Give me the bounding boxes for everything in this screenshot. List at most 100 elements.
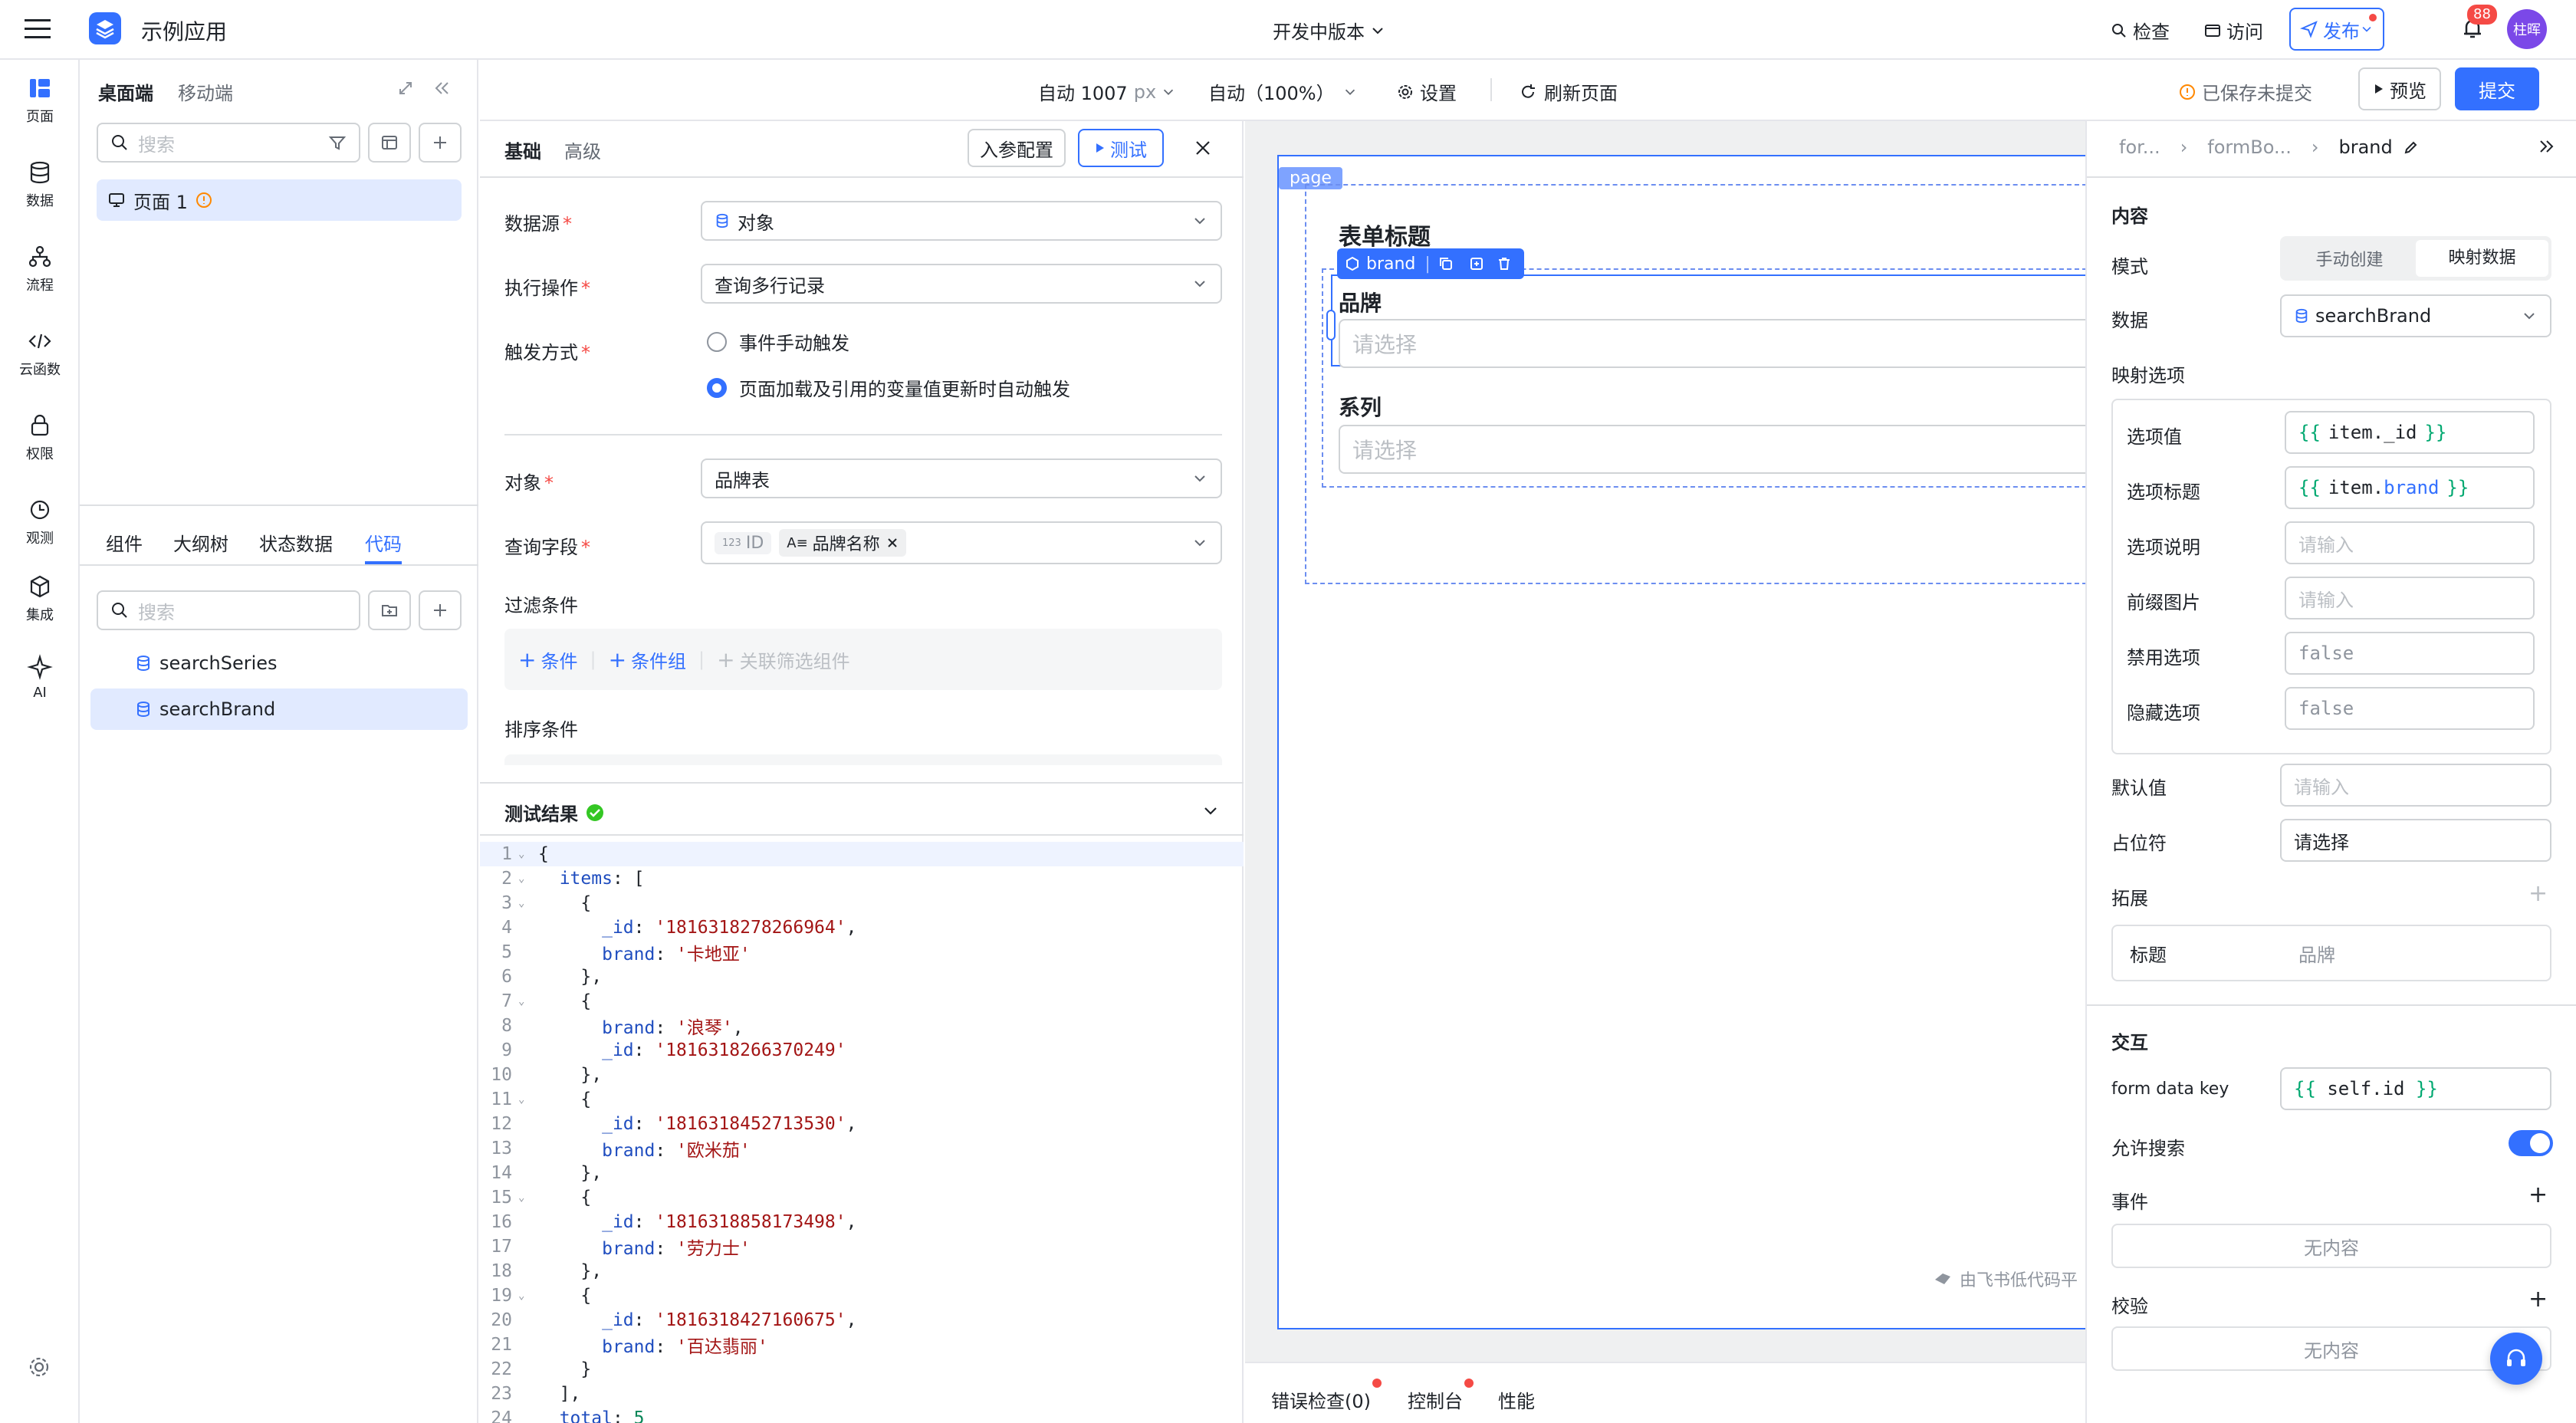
rail-item-observe[interactable]: 观测 <box>0 497 80 547</box>
help-button[interactable] <box>2490 1333 2542 1385</box>
tab-basic[interactable]: 基础 <box>504 136 541 163</box>
filter-icon[interactable] <box>328 133 347 152</box>
code-item-searchseries[interactable]: searchSeries <box>135 647 278 679</box>
mapping-row-input[interactable]: {{item._id}} <box>2285 411 2535 454</box>
data-select[interactable]: searchBrand <box>2280 294 2551 337</box>
mapping-row-input[interactable]: false <box>2285 687 2535 730</box>
collapse-result-icon[interactable] <box>1201 800 1221 820</box>
edit-icon[interactable] <box>2404 140 2419 155</box>
tab-mobile[interactable]: 移动端 <box>178 78 233 105</box>
code-line: 11 ⌄ { <box>480 1087 1244 1112</box>
tab-code[interactable]: 代码 <box>365 529 402 556</box>
tab-desktop[interactable]: 桌面端 <box>98 78 153 105</box>
fold-chevron-icon[interactable]: ⌄ <box>518 873 534 885</box>
form-title[interactable]: 表单标题 <box>1339 218 1431 251</box>
drag-handle[interactable] <box>1326 310 1336 340</box>
form-key-input[interactable]: {{ self.id }} <box>2280 1067 2551 1110</box>
breadcrumb-item[interactable]: formBo... <box>2207 136 2292 158</box>
width-selector[interactable]: 自动 1007 px <box>1038 78 1176 105</box>
tab-advanced[interactable]: 高级 <box>564 136 601 163</box>
add-condition-group-button[interactable]: + 条件组 <box>609 646 686 673</box>
line-number: 12 <box>491 1114 512 1134</box>
tab-outline[interactable]: 大纲树 <box>173 529 228 556</box>
fold-chevron-icon[interactable]: ⌄ <box>518 995 534 1007</box>
datasource-select[interactable]: 对象 <box>701 201 1222 241</box>
new-folder-button[interactable] <box>368 590 411 630</box>
rail-item-data[interactable]: 数据 <box>0 159 80 210</box>
trigger-radio-auto[interactable]: 页面加载及引用的变量值更新时自动触发 <box>707 374 1070 401</box>
fold-chevron-icon[interactable]: ⌄ <box>518 1093 534 1106</box>
extend-title-label: 标题 <box>2130 944 2167 966</box>
tab-components[interactable]: 组件 <box>106 529 143 556</box>
linked-filter-button[interactable]: + 关联筛选组件 <box>717 646 849 673</box>
rail-item-ai[interactable]: AI <box>0 654 80 701</box>
add-condition-button[interactable]: + 条件 <box>518 646 577 673</box>
collapse-panel-icon[interactable] <box>2538 138 2556 155</box>
delete-icon[interactable] <box>1497 256 1512 271</box>
close-icon[interactable] <box>1193 138 1213 158</box>
rail-item-page[interactable]: 页面 <box>0 75 80 126</box>
headset-icon <box>2507 1349 2525 1366</box>
operation-select[interactable]: 查询多行记录 <box>701 264 1222 304</box>
fold-chevron-icon[interactable]: ⌄ <box>518 1290 534 1302</box>
rail-item-integration[interactable]: 集成 <box>0 573 80 624</box>
trigger-radio-manual[interactable]: 事件手动触发 <box>707 328 849 355</box>
placeholder-input[interactable]: 请选择 <box>2280 819 2551 862</box>
page-template-button[interactable] <box>368 123 411 163</box>
tab-console[interactable]: 控制台 <box>1408 1386 1463 1413</box>
params-config-button[interactable]: 入参配置 <box>968 129 1066 167</box>
gear-icon[interactable] <box>26 1354 52 1380</box>
fold-chevron-icon[interactable]: ⌄ <box>518 848 534 860</box>
collapse-panel-icon[interactable] <box>432 80 451 97</box>
preview-button[interactable]: 预览 <box>2358 67 2441 110</box>
brand-select[interactable]: 请选择 <box>1339 319 2087 368</box>
add-extend-icon[interactable]: + <box>2528 882 2548 905</box>
allow-search-toggle[interactable] <box>2509 1130 2553 1156</box>
zoom-selector[interactable]: 自动（100%） <box>1208 78 1358 105</box>
visit-button[interactable]: 访问 <box>2203 17 2263 44</box>
series-select[interactable]: 请选择 <box>1339 425 2087 474</box>
tab-error-check[interactable]: 错误检查(0) <box>1271 1386 1371 1413</box>
add-event-icon[interactable]: + <box>2528 1184 2548 1207</box>
add-validation-icon[interactable]: + <box>2528 1288 2548 1311</box>
code-item-searchbrand[interactable]: searchBrand <box>90 688 468 730</box>
refresh-button[interactable]: 刷新页面 <box>1520 78 1618 105</box>
rail-item-flow[interactable]: 流程 <box>0 244 80 294</box>
close-icon[interactable] <box>886 537 899 549</box>
settings-button[interactable]: 设置 <box>1397 78 1457 105</box>
add-page-button[interactable] <box>419 123 462 163</box>
code-search-input[interactable]: 搜索 <box>97 590 360 630</box>
publish-button[interactable]: 发布 <box>2289 8 2384 51</box>
tab-performance[interactable]: 性能 <box>1498 1386 1535 1413</box>
test-button[interactable]: 测试 <box>1078 129 1164 167</box>
app-name[interactable]: 示例应用 <box>141 15 227 46</box>
mapping-row-input[interactable]: false <box>2285 632 2535 675</box>
mode-manual[interactable]: 手动创建 <box>2283 246 2416 271</box>
mapping-row-input[interactable]: 请输入 <box>2285 577 2535 619</box>
query-fields-select[interactable]: 123 ID A≡ 品牌名称 <box>701 521 1222 564</box>
expand-icon[interactable] <box>397 80 414 97</box>
rail-item-cloud-function[interactable]: 云函数 <box>0 328 80 379</box>
default-input[interactable]: 请输入 <box>2280 764 2551 807</box>
mapping-row-input[interactable]: {{item.brand}} <box>2285 466 2535 509</box>
test-result-header[interactable]: 测试结果 <box>504 799 604 826</box>
page-list-item[interactable]: 页面 1 <box>97 179 462 221</box>
object-select[interactable]: 品牌表 <box>701 458 1222 498</box>
line-number: 21 <box>491 1335 512 1355</box>
copy-icon[interactable] <box>1438 256 1454 271</box>
tab-state[interactable]: 状态数据 <box>259 529 333 556</box>
fold-chevron-icon[interactable]: ⌄ <box>518 897 534 909</box>
mapping-row-input[interactable]: 请输入 <box>2285 521 2535 564</box>
version-selector[interactable]: 开发中版本 <box>1273 17 1386 44</box>
mode-mapping[interactable]: 映射数据 <box>2416 240 2548 277</box>
hamburger-menu-icon[interactable] <box>25 17 51 41</box>
page-search-input[interactable]: 搜索 <box>97 123 360 163</box>
duplicate-icon[interactable] <box>1469 256 1484 271</box>
submit-button[interactable]: 提交 <box>2455 67 2539 110</box>
fold-chevron-icon[interactable]: ⌄ <box>518 1191 534 1204</box>
add-code-button[interactable] <box>419 590 462 630</box>
breadcrumb-item[interactable]: for... <box>2119 136 2160 158</box>
avatar[interactable]: 柱晖 <box>2507 9 2547 49</box>
rail-item-permission[interactable]: 权限 <box>0 412 80 463</box>
check-button[interactable]: 检查 <box>2110 17 2170 44</box>
